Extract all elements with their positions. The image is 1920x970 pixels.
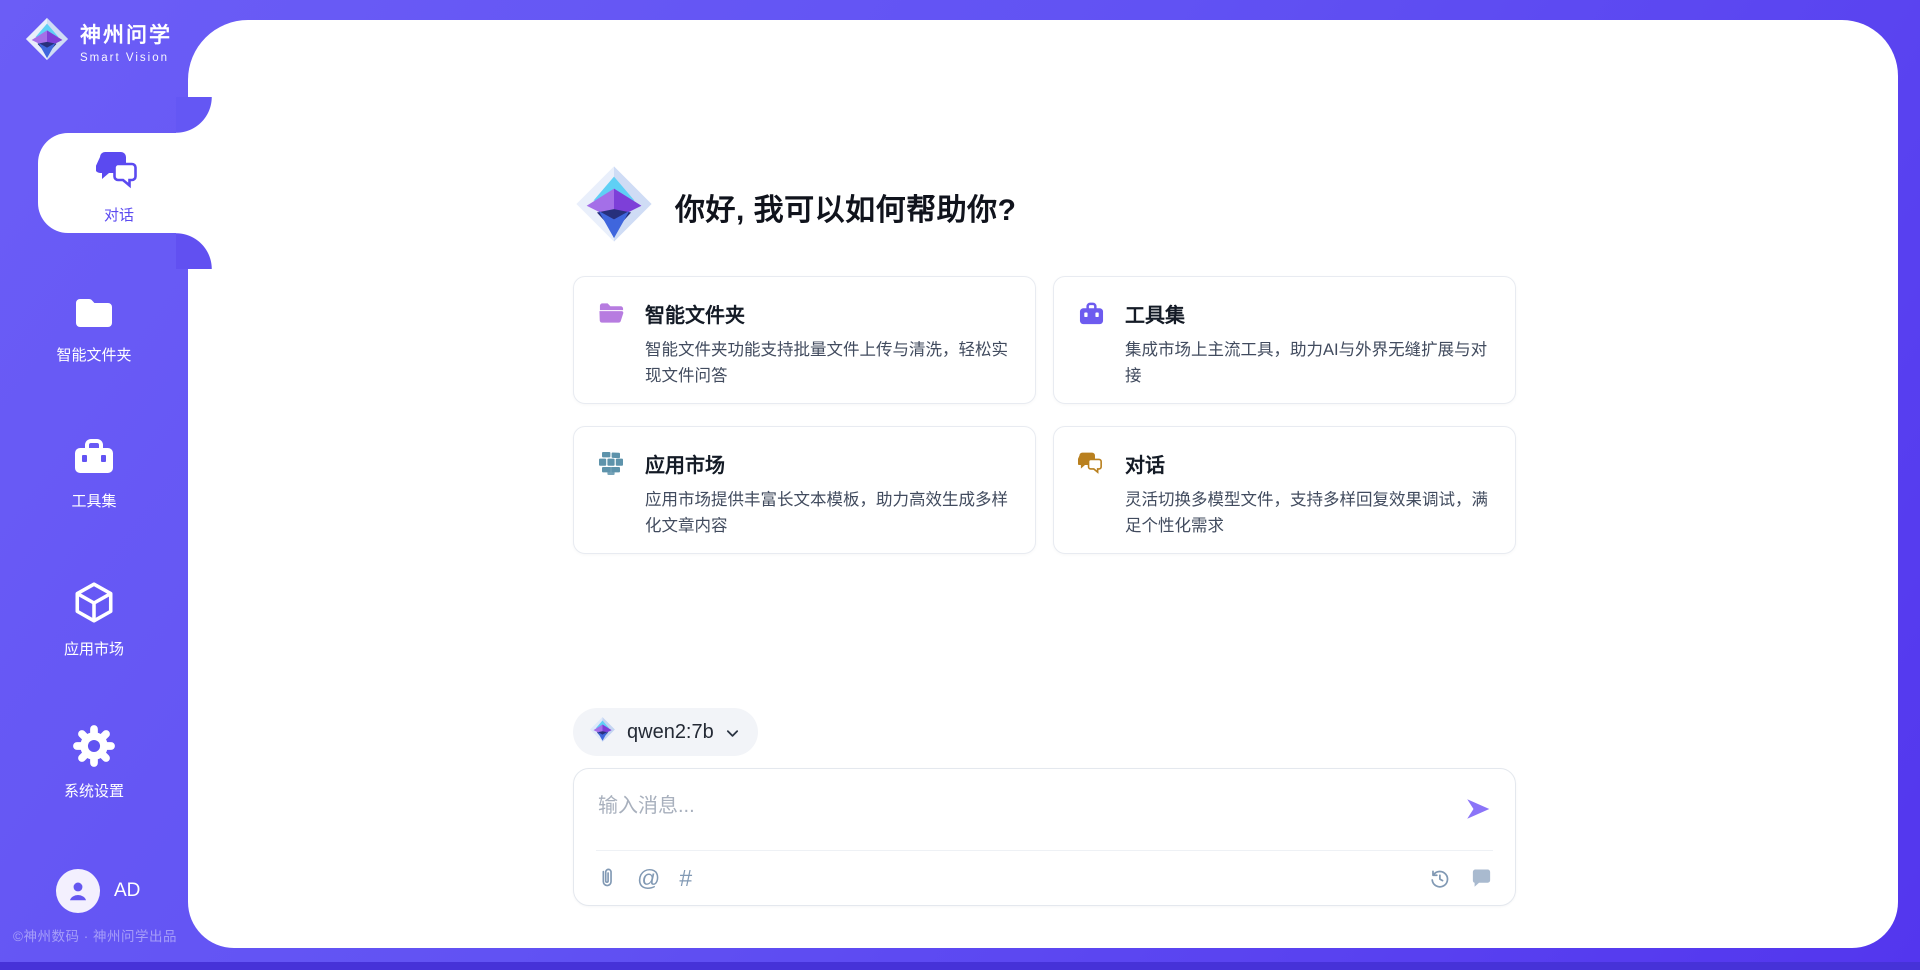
card-description: 集成市场上主流工具，助力AI与外界无缝扩展与对接 — [1125, 337, 1491, 389]
hash-icon[interactable]: # — [679, 867, 692, 890]
card-description: 灵活切换多模型文件，支持多样回复效果调试，满足个性化需求 — [1125, 487, 1491, 539]
send-button[interactable] — [1463, 795, 1493, 825]
brand: 神州问学 Smart Vision — [24, 16, 172, 67]
sidebar: 神州问学 Smart Vision 对话 智能文件夹 — [0, 0, 188, 970]
brand-subtitle: Smart Vision — [80, 52, 172, 64]
sidebar-item-toolset[interactable]: 工具集 — [0, 436, 188, 511]
brand-diamond-icon — [573, 163, 655, 250]
brand-diamond-icon — [589, 716, 616, 748]
chat-bubble-icon[interactable] — [1470, 867, 1493, 890]
bottom-strip — [0, 962, 1920, 970]
brand-diamond-icon — [24, 16, 70, 67]
card-smart-folder[interactable]: 智能文件夹 智能文件夹功能支持批量文件上传与清洗，轻松实现文件问答 — [573, 276, 1036, 404]
user-profile[interactable]: AD — [56, 869, 140, 913]
paperclip-icon[interactable] — [596, 866, 618, 890]
brand-text: 神州问学 Smart Vision — [80, 19, 172, 64]
person-icon — [65, 878, 91, 904]
brand-name: 神州问学 — [80, 19, 172, 49]
sidebar-item-label: 对话 — [38, 204, 200, 225]
copyright: ©神州数码 · 神州问学出品 — [13, 925, 177, 945]
card-description: 应用市场提供丰富长文本模板，助力高效生成多样化文章内容 — [645, 487, 1011, 539]
briefcase-icon — [1078, 301, 1105, 403]
chevron-down-icon — [725, 726, 740, 741]
sidebar-item-label: 智能文件夹 — [0, 344, 188, 365]
card-toolset[interactable]: 工具集 集成市场上主流工具，助力AI与外界无缝扩展与对接 — [1053, 276, 1516, 404]
user-initials: AD — [114, 880, 140, 902]
chat-icon — [1078, 451, 1105, 553]
greeting-text: 你好, 我可以如何帮助你? — [675, 185, 1017, 229]
card-title: 工具集 — [1125, 299, 1491, 328]
sidebar-item-label: 工具集 — [0, 490, 188, 511]
chat-icon — [96, 180, 142, 197]
grid-cube-icon — [598, 451, 625, 553]
model-selector[interactable]: qwen2:7b — [573, 708, 758, 756]
greeting: 你好, 我可以如何帮助你? — [573, 163, 1017, 250]
content-area: 你好, 我可以如何帮助你? 智能文件夹 智能文件夹功能支持批量文件上传与清洗，轻… — [188, 20, 1898, 948]
card-app-market[interactable]: 应用市场 应用市场提供丰富长文本模板，助力高效生成多样化文章内容 — [573, 426, 1036, 554]
at-icon[interactable]: @ — [637, 867, 660, 890]
sidebar-item-smart-folder[interactable]: 智能文件夹 — [0, 292, 188, 365]
sidebar-item-app-market[interactable]: 应用市场 — [0, 580, 188, 659]
composer-toolbar: @ # — [574, 851, 1515, 905]
folder-icon — [71, 319, 117, 336]
card-title: 智能文件夹 — [645, 299, 1011, 328]
gear-icon — [72, 755, 116, 772]
message-input[interactable] — [574, 769, 1515, 849]
sidebar-item-label: 系统设置 — [0, 780, 188, 801]
card-description: 智能文件夹功能支持批量文件上传与清洗，轻松实现文件问答 — [645, 337, 1011, 389]
card-title: 对话 — [1125, 449, 1491, 478]
sidebar-item-chat[interactable]: 对话 — [38, 133, 200, 233]
sidebar-item-settings[interactable]: 系统设置 — [0, 724, 188, 801]
send-icon — [1464, 795, 1492, 823]
feature-cards: 智能文件夹 智能文件夹功能支持批量文件上传与清洗，轻松实现文件问答 工具集 集成… — [573, 276, 1516, 554]
message-composer: @ # — [573, 768, 1516, 906]
card-title: 应用市场 — [645, 449, 1011, 478]
folder-open-icon — [598, 301, 625, 403]
toolbox-icon — [71, 465, 117, 482]
sidebar-item-label: 应用市场 — [0, 638, 188, 659]
history-icon[interactable] — [1428, 867, 1451, 890]
avatar — [56, 869, 100, 913]
cube-icon — [71, 613, 117, 630]
model-name: qwen2:7b — [627, 721, 714, 744]
card-chat[interactable]: 对话 灵活切换多模型文件，支持多样回复效果调试，满足个性化需求 — [1053, 426, 1516, 554]
